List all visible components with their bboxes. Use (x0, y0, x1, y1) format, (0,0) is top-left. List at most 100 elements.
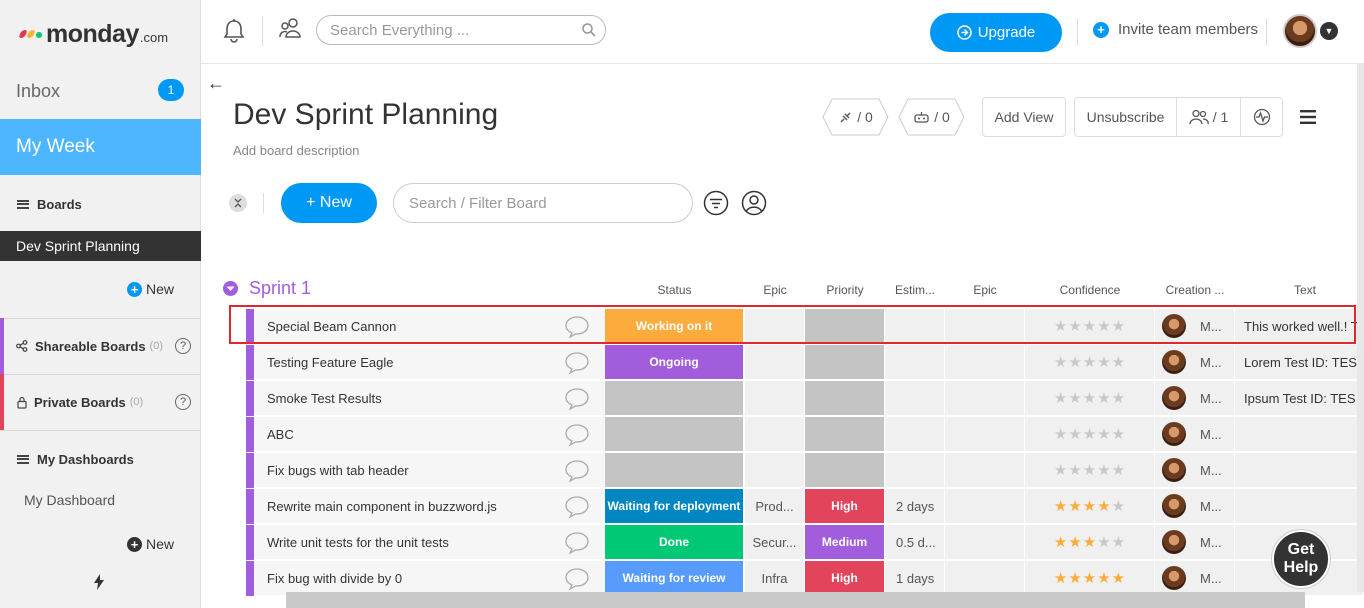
epic-cell[interactable]: Infra (745, 561, 805, 596)
star-icon[interactable]: ★ (1083, 319, 1096, 334)
new-dashboard-button[interactable]: + New (127, 536, 174, 552)
sidebar-item-my-week[interactable]: My Week (0, 119, 201, 175)
group-title[interactable]: Sprint 1 (249, 278, 311, 299)
upgrade-button[interactable]: Upgrade (930, 13, 1062, 52)
sidebar-shareable-boards[interactable]: Shareable Boards (0) ? (0, 318, 200, 374)
estimate-cell[interactable]: 0.5 d... (885, 525, 945, 560)
estimate-cell[interactable] (885, 345, 945, 380)
sidebar-dashboards-header[interactable]: My Dashboards (0, 449, 200, 469)
star-icon[interactable]: ★ (1112, 535, 1125, 550)
creation-log-cell[interactable]: M... (1155, 345, 1235, 380)
status-cell[interactable] (605, 453, 744, 488)
creation-log-cell[interactable]: M... (1155, 417, 1235, 452)
filter-board-field[interactable] (393, 183, 693, 223)
star-icon[interactable]: ★ (1054, 499, 1067, 514)
members-button[interactable]: / 1 (1177, 98, 1241, 136)
epic-cell[interactable] (745, 417, 805, 452)
estimate-cell[interactable] (885, 309, 945, 344)
table-row[interactable]: Rewrite main component in buzzword.js Wai… (246, 489, 1364, 524)
search-everything-field[interactable] (316, 15, 606, 45)
epic-cell[interactable] (745, 453, 805, 488)
column-header-confidence[interactable]: Confidence (1025, 283, 1155, 297)
team-icon[interactable] (279, 16, 303, 47)
star-icon[interactable]: ★ (1054, 319, 1067, 334)
filter-icon[interactable] (703, 190, 729, 221)
table-row[interactable]: Write unit tests for the unit tests Done S… (246, 525, 1364, 560)
text-cell[interactable] (1235, 453, 1364, 488)
epic-2-cell[interactable] (945, 345, 1025, 380)
invite-team-members-button[interactable]: + Invite team members (1093, 21, 1258, 38)
confidence-cell[interactable]: ★ ★ ★ ★ ★ (1025, 309, 1155, 344)
estimate-cell[interactable] (885, 381, 945, 416)
star-icon[interactable]: ★ (1097, 391, 1110, 406)
table-row[interactable]: Fix bugs with tab header ★ ★ ★ ★ ★ M... (246, 453, 1364, 488)
estimate-cell[interactable]: 2 days (885, 489, 945, 524)
item-name[interactable]: Special Beam Cannon (254, 309, 605, 344)
star-icon[interactable]: ★ (1097, 535, 1110, 550)
table-row[interactable]: Special Beam Cannon Working on it ★ ★ ★ ★ ★ M..… (246, 309, 1364, 344)
star-rating[interactable]: ★ ★ ★ ★ ★ (1054, 535, 1125, 550)
epic-cell[interactable] (745, 345, 805, 380)
conversation-icon[interactable] (564, 423, 590, 447)
conversation-icon[interactable] (564, 459, 590, 483)
conversation-icon[interactable] (564, 387, 590, 411)
star-rating[interactable]: ★ ★ ★ ★ ★ (1054, 499, 1125, 514)
epic-2-cell[interactable] (945, 309, 1025, 344)
star-rating[interactable]: ★ ★ ★ ★ ★ (1054, 355, 1125, 370)
star-icon[interactable]: ★ (1068, 355, 1081, 370)
sidebar-boards-header[interactable]: Boards (0, 194, 200, 214)
creation-log-cell[interactable]: M... (1155, 525, 1235, 560)
star-icon[interactable]: ★ (1083, 499, 1096, 514)
star-icon[interactable]: ★ (1097, 463, 1110, 478)
status-cell[interactable]: Waiting for deployment (605, 489, 744, 524)
column-header-estimate[interactable]: Estim... (885, 283, 945, 297)
star-icon[interactable]: ★ (1112, 463, 1125, 478)
text-cell[interactable]: Lorem Test ID: TES (1235, 345, 1364, 380)
conversation-icon[interactable] (564, 495, 590, 519)
item-name[interactable]: ABC (254, 417, 605, 452)
confidence-cell[interactable]: ★ ★ ★ ★ ★ (1025, 453, 1155, 488)
epic-2-cell[interactable] (945, 381, 1025, 416)
epic-2-cell[interactable] (945, 561, 1025, 596)
estimate-cell[interactable] (885, 417, 945, 452)
epic-2-cell[interactable] (945, 525, 1025, 560)
activity-button[interactable] (1241, 108, 1282, 126)
star-icon[interactable]: ★ (1054, 391, 1067, 406)
star-icon[interactable]: ★ (1112, 427, 1125, 442)
table-row[interactable]: Testing Feature Eagle Ongoing ★ ★ ★ ★ ★ M... Lor… (246, 345, 1364, 380)
status-cell[interactable] (605, 381, 744, 416)
board-description[interactable]: Add board description (233, 143, 359, 158)
star-icon[interactable]: ★ (1054, 355, 1067, 370)
priority-cell[interactable] (805, 309, 885, 344)
star-icon[interactable]: ★ (1097, 319, 1110, 334)
creation-log-cell[interactable]: M... (1155, 381, 1235, 416)
star-icon[interactable]: ★ (1068, 427, 1081, 442)
text-cell[interactable]: Ipsum Test ID: TES (1235, 381, 1364, 416)
monday-logo[interactable]: monday .com (18, 18, 168, 50)
confidence-cell[interactable]: ★ ★ ★ ★ ★ (1025, 525, 1155, 560)
filter-board-input[interactable] (409, 194, 679, 212)
new-item-button[interactable]: + New (281, 183, 377, 223)
epic-2-cell[interactable] (945, 453, 1025, 488)
priority-cell[interactable] (805, 381, 885, 416)
sidebar-item-my-dashboard[interactable]: My Dashboard (24, 492, 115, 508)
priority-cell[interactable] (805, 453, 885, 488)
epic-cell[interactable]: Prod... (745, 489, 805, 524)
item-name[interactable]: Fix bug with divide by 0 (254, 561, 605, 596)
creation-log-cell[interactable]: M... (1155, 561, 1235, 596)
user-avatar[interactable] (1283, 14, 1317, 48)
status-cell[interactable]: Waiting for review (605, 561, 744, 596)
star-icon[interactable]: ★ (1083, 535, 1096, 550)
star-icon[interactable]: ★ (1054, 427, 1067, 442)
get-help-button[interactable]: Get Help (1272, 530, 1330, 588)
status-cell[interactable]: Ongoing (605, 345, 744, 380)
status-cell[interactable] (605, 417, 744, 452)
help-question-icon[interactable]: ? (175, 394, 191, 410)
epic-2-cell[interactable] (945, 489, 1025, 524)
priority-cell[interactable]: Medium (805, 525, 885, 560)
creation-log-cell[interactable]: M... (1155, 489, 1235, 524)
star-icon[interactable]: ★ (1112, 571, 1125, 586)
bell-icon[interactable] (223, 18, 245, 44)
item-name[interactable]: Write unit tests for the unit tests (254, 525, 605, 560)
star-icon[interactable]: ★ (1083, 355, 1096, 370)
